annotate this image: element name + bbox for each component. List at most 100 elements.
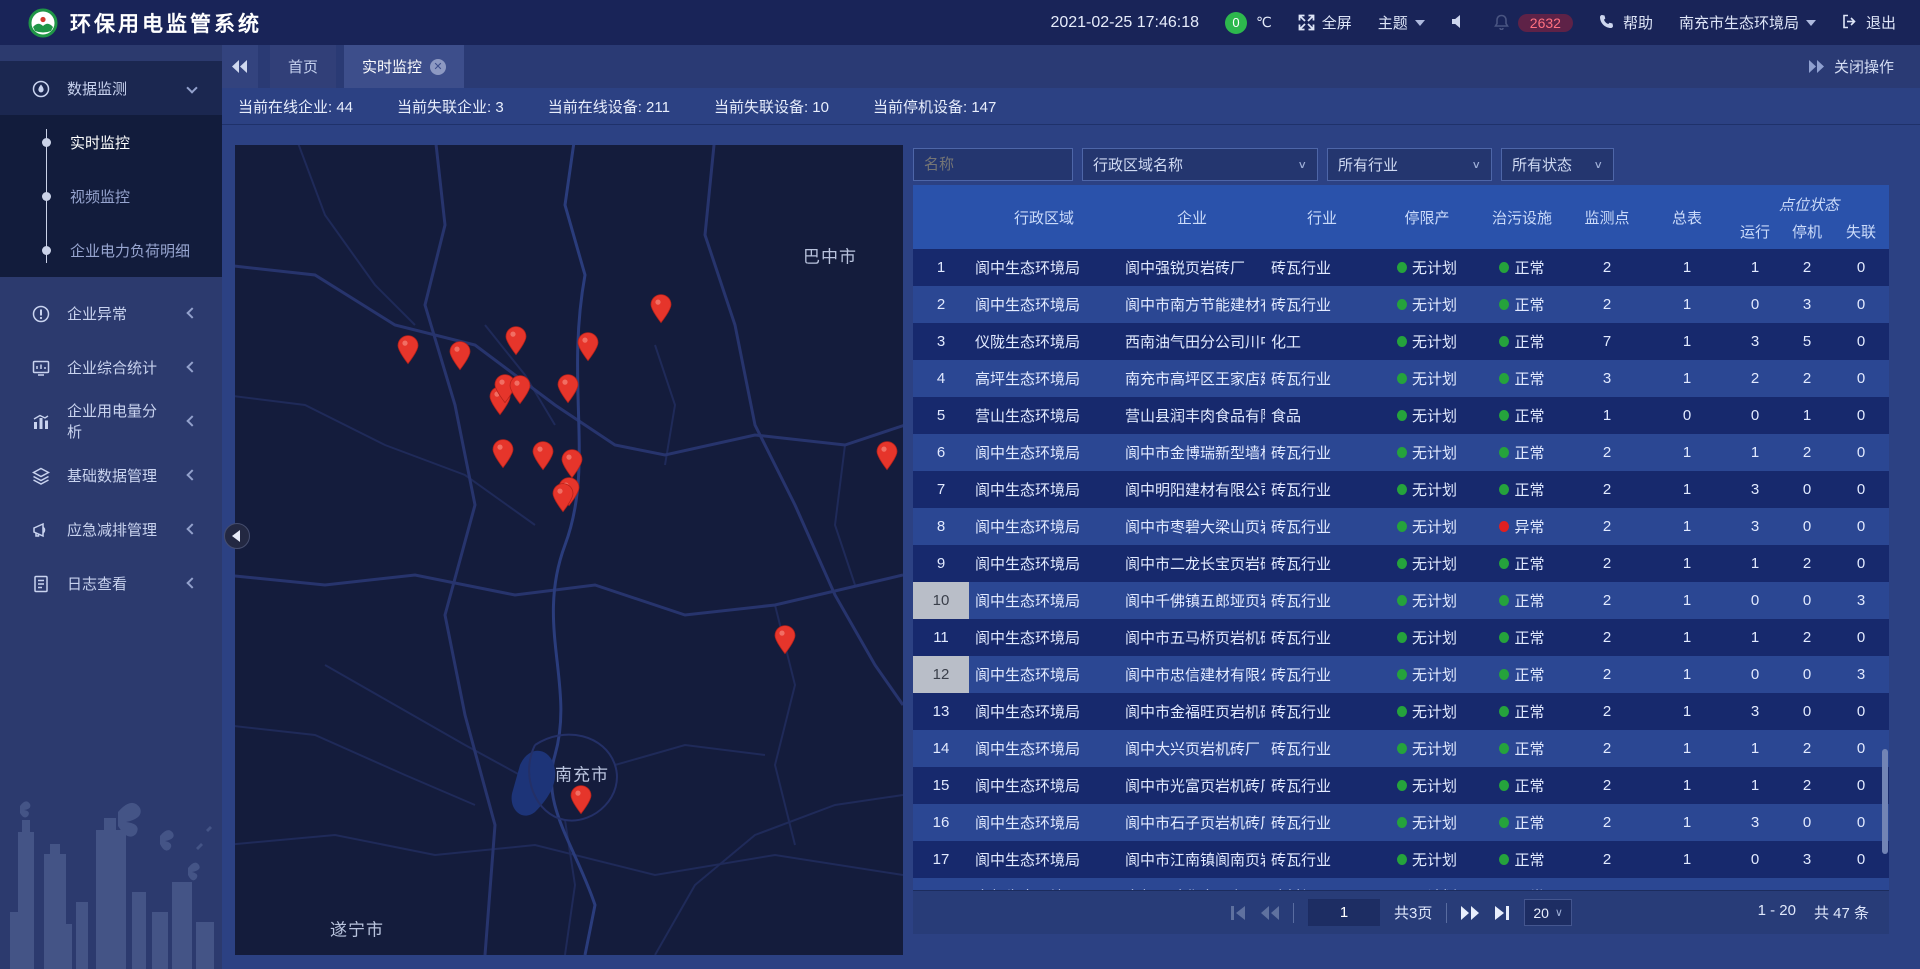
cell-company: 阆中市光富页岩机砖厂 bbox=[1119, 767, 1265, 804]
theme-dropdown[interactable]: 主题 bbox=[1378, 12, 1425, 33]
column-group-header: 点位状态 bbox=[1729, 185, 1889, 217]
tab-home[interactable]: 首页 bbox=[270, 45, 336, 88]
sidebar-item-3[interactable]: 企业用电量分析 bbox=[0, 394, 222, 448]
close-icon[interactable]: ✕ bbox=[430, 59, 446, 75]
map-pin[interactable] bbox=[577, 332, 599, 362]
fullscreen-button[interactable]: 全屏 bbox=[1298, 12, 1352, 33]
table-row[interactable]: 10阆中生态环境局阆中千佛镇五郎垭页岩砖瓦行业无计划正常21003 bbox=[913, 582, 1889, 619]
status-dot-icon bbox=[1499, 521, 1509, 532]
status-dot-icon bbox=[1397, 669, 1407, 680]
cell-company: 阆中强锐页岩砖厂 bbox=[1119, 249, 1265, 286]
map-pin[interactable] bbox=[492, 439, 514, 469]
table-row[interactable]: 8阆中生态环境局阆中市枣碧大梁山页岩砖瓦行业无计划异常21300 bbox=[913, 508, 1889, 545]
table-row[interactable]: 7阆中生态环境局阆中明阳建材有限公司砖瓦行业无计划正常21300 bbox=[913, 471, 1889, 508]
table-row[interactable]: 18南部生态环境局南部县砂化土砚有限公建材加工无计划正常60060 bbox=[913, 878, 1889, 890]
table-row[interactable]: 17阆中生态环境局阆中市江南镇阆南页岩砖瓦行业无计划正常21030 bbox=[913, 841, 1889, 878]
map-pin[interactable] bbox=[532, 441, 554, 471]
cell-stopped: 3 bbox=[1781, 286, 1833, 323]
cell-index: 7 bbox=[913, 471, 969, 508]
notifications[interactable]: 2632 bbox=[1494, 14, 1573, 32]
sidebar-subitem-2[interactable]: 企业电力负荷明细 bbox=[0, 223, 222, 277]
sidebar-item-2[interactable]: 企业综合统计 bbox=[0, 340, 222, 394]
map-pin[interactable] bbox=[774, 625, 796, 655]
table-row[interactable]: 5营山生态环境局营山县润丰肉食品有限食品无计划正常10010 bbox=[913, 397, 1889, 434]
last-page-button[interactable] bbox=[1493, 906, 1510, 920]
alert-icon bbox=[32, 305, 49, 322]
help-button[interactable]: 帮助 bbox=[1599, 12, 1653, 33]
mute-button[interactable] bbox=[1451, 14, 1468, 31]
status-dot-icon bbox=[1499, 373, 1509, 384]
sidebar-subitem-label: 企业电力负荷明细 bbox=[70, 240, 190, 261]
map-pin[interactable] bbox=[505, 326, 527, 356]
map-pin[interactable] bbox=[397, 335, 419, 365]
cell-company: 阆中市二龙长宝页岩砖 bbox=[1119, 545, 1265, 582]
map-panel[interactable]: 巴中市南充市遂宁市 bbox=[235, 145, 903, 955]
tabs-scroll-left-button[interactable] bbox=[222, 45, 258, 88]
logout-button[interactable]: 退出 bbox=[1842, 12, 1896, 33]
map-pin[interactable] bbox=[650, 294, 672, 324]
table-row[interactable]: 11阆中生态环境局阆中市五马桥页岩机砖砖瓦行业无计划正常21120 bbox=[913, 619, 1889, 656]
map-pin[interactable] bbox=[876, 441, 898, 471]
table-row[interactable]: 9阆中生态环境局阆中市二龙长宝页岩砖砖瓦行业无计划正常21120 bbox=[913, 545, 1889, 582]
tab-realtime-monitor[interactable]: 实时监控 ✕ bbox=[344, 45, 464, 88]
status-dot-icon bbox=[1397, 743, 1407, 754]
page-number-input[interactable] bbox=[1308, 899, 1380, 926]
table-row[interactable]: 12阆中生态环境局阆中市忠信建材有限公砖瓦行业无计划正常21003 bbox=[913, 656, 1889, 693]
name-search-input[interactable] bbox=[913, 148, 1073, 181]
cell-total-meters: 1 bbox=[1645, 656, 1729, 693]
table-row[interactable]: 1阆中生态环境局阆中强锐页岩砖厂砖瓦行业无计划正常21120 bbox=[913, 249, 1889, 286]
sidebar-subitem-1[interactable]: 视频监控 bbox=[0, 169, 222, 223]
table-row[interactable]: 2阆中生态环境局阆中市南方节能建材有砖瓦行业无计划正常21030 bbox=[913, 286, 1889, 323]
sidebar-item-4[interactable]: 基础数据管理 bbox=[0, 448, 222, 502]
table-row[interactable]: 14阆中生态环境局阆中大兴页岩机砖厂砖瓦行业无计划正常21120 bbox=[913, 730, 1889, 767]
scrollbar-thumb[interactable] bbox=[1882, 749, 1888, 854]
map-pin[interactable] bbox=[449, 341, 471, 371]
total-count-label: 共 47 条 bbox=[1814, 902, 1869, 923]
sidebar-subitem-0[interactable]: 实时监控 bbox=[0, 115, 222, 169]
map-pin[interactable] bbox=[570, 785, 592, 815]
table-row[interactable]: 13阆中生态环境局阆中市金福旺页岩机砖砖瓦行业无计划正常21300 bbox=[913, 693, 1889, 730]
map-pin[interactable] bbox=[561, 449, 583, 479]
map-pin[interactable] bbox=[557, 374, 579, 404]
sidebar-item-6[interactable]: 日志查看 bbox=[0, 556, 222, 610]
temperature: 0 ℃ bbox=[1225, 12, 1272, 34]
chevron-down-icon bbox=[1806, 20, 1816, 26]
cell-running: 0 bbox=[1729, 286, 1781, 323]
cell-stop-status: 无计划 bbox=[1379, 878, 1475, 890]
cell-stop-status: 无计划 bbox=[1379, 582, 1475, 619]
cell-stopped: 2 bbox=[1781, 767, 1833, 804]
status-select[interactable]: 所有状态 ∨ bbox=[1501, 148, 1614, 181]
stop-status-label: 无计划 bbox=[1412, 405, 1457, 426]
sidebar-collapse-toggle[interactable] bbox=[224, 523, 250, 549]
table-row[interactable]: 3仪陇生态环境局西南油气田分公司川中化工无计划正常71350 bbox=[913, 323, 1889, 360]
sidebar-item-0[interactable]: 数据监测 bbox=[0, 61, 222, 115]
close-operations-button[interactable]: 关闭操作 bbox=[1808, 45, 1920, 88]
industry-select[interactable]: 所有行业 ∨ bbox=[1327, 148, 1492, 181]
status-dot-icon bbox=[1397, 447, 1407, 458]
cell-stopped: 0 bbox=[1781, 582, 1833, 619]
table-scrollbar[interactable] bbox=[1881, 249, 1889, 890]
separator bbox=[1446, 903, 1447, 923]
region-select[interactable]: 行政区域名称 ∨ bbox=[1082, 148, 1318, 181]
org-dropdown[interactable]: 南充市生态环境局 bbox=[1679, 12, 1816, 33]
cell-stop-status: 无计划 bbox=[1379, 508, 1475, 545]
table-row[interactable]: 16阆中生态环境局阆中市石子页岩机砖厂砖瓦行业无计划正常21300 bbox=[913, 804, 1889, 841]
cell-total-meters: 1 bbox=[1645, 508, 1729, 545]
cell-total-meters: 1 bbox=[1645, 249, 1729, 286]
table-row[interactable]: 4高坪生态环境局南充市高坪区王家店建砖瓦行业无计划正常31220 bbox=[913, 360, 1889, 397]
tab-bar: 首页 实时监控 ✕ 关闭操作 bbox=[222, 45, 1920, 88]
sidebar-item-5[interactable]: 应急减排管理 bbox=[0, 502, 222, 556]
next-page-button[interactable] bbox=[1461, 906, 1479, 920]
table-row[interactable]: 6阆中生态环境局阆中市金博瑞新型墙材砖瓦行业无计划正常21120 bbox=[913, 434, 1889, 471]
previous-page-button[interactable] bbox=[1261, 906, 1279, 920]
page-size-select[interactable]: 20 ∨ bbox=[1524, 899, 1572, 926]
first-page-button[interactable] bbox=[1230, 906, 1247, 920]
cell-facility-status: 正常 bbox=[1475, 360, 1569, 397]
map-pin[interactable] bbox=[552, 483, 574, 513]
sidebar-item-1[interactable]: 企业异常 bbox=[0, 286, 222, 340]
cell-company: 阆中市忠信建材有限公 bbox=[1119, 656, 1265, 693]
table-row[interactable]: 15阆中生态环境局阆中市光富页岩机砖厂砖瓦行业无计划正常21120 bbox=[913, 767, 1889, 804]
facility-status-label: 正常 bbox=[1514, 812, 1544, 833]
sidebar-subitem-label: 视频监控 bbox=[70, 186, 130, 207]
map-pin[interactable] bbox=[509, 375, 531, 405]
